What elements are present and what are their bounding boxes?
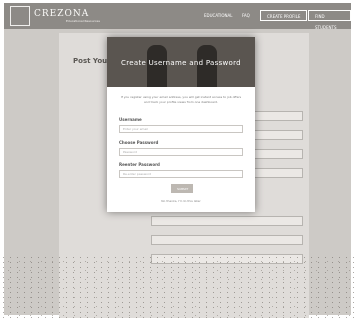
modal-intro-text: If you register using your email address… <box>120 95 242 104</box>
username-label: Username <box>119 117 142 122</box>
create-account-modal: Create Username and Password If you regi… <box>107 37 255 212</box>
logo[interactable]: CREZONA <box>34 9 89 19</box>
find-students-button[interactable]: FIND STUDENTS <box>308 10 351 30</box>
scan-noise <box>0 255 355 320</box>
logo-icon <box>10 6 30 26</box>
form-field[interactable] <box>151 216 303 226</box>
username-input[interactable]: Enter your email <box>119 125 243 133</box>
form-field[interactable] <box>151 235 303 245</box>
scanned-photo: CREZONA Educational Resources EDUCATIONA… <box>0 0 355 320</box>
password-input[interactable]: Password <box>119 148 243 156</box>
nav-faq[interactable]: FAQ <box>242 13 250 18</box>
nav-educational[interactable]: EDUCATIONAL <box>204 13 232 18</box>
reenter-password-input[interactable]: Re-enter password <box>119 170 243 178</box>
submit-button[interactable]: SUBMIT <box>171 184 193 193</box>
password-label: Choose Password <box>119 140 159 145</box>
site-header: CREZONA Educational Resources EDUCATIONA… <box>4 3 351 30</box>
modal-hero-image: Create Username and Password <box>107 37 255 87</box>
create-profile-button[interactable]: CREATE PROFILE <box>260 10 308 21</box>
reenter-password-label: Reenter Password <box>119 162 160 167</box>
logo-subtitle: Educational Resources <box>66 19 100 23</box>
cancel-link[interactable]: No thanks, I'll do this later <box>107 199 255 203</box>
modal-title: Create Username and Password <box>121 59 241 67</box>
